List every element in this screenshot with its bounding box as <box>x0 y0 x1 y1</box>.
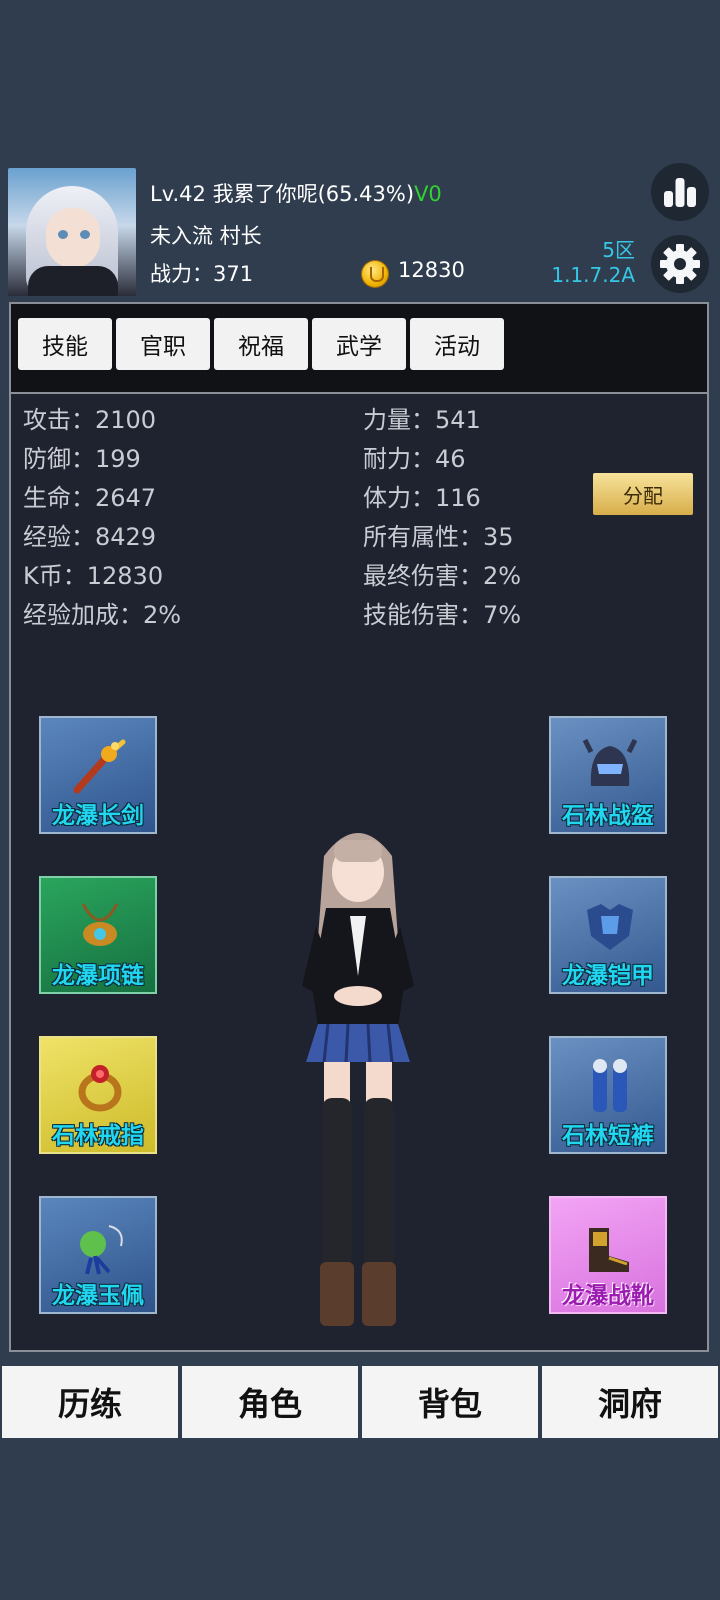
stat-strength: 力量：541 <box>363 406 481 434</box>
bar-chart-icon <box>664 178 696 207</box>
equip-name-ring: 石林戒指 <box>52 1123 144 1149</box>
equip-name-helmet: 石林战盔 <box>562 803 654 829</box>
ring-icon <box>78 1065 122 1112</box>
avatar-eye-right <box>80 230 90 239</box>
gear-icon <box>660 244 700 284</box>
coin-icon <box>362 261 388 287</box>
tab-office[interactable]: 官职 <box>116 318 210 370</box>
player-avatar[interactable] <box>8 168 136 296</box>
stat-final-damage: 最终伤害：2% <box>363 562 522 590</box>
avatar-face <box>46 208 100 268</box>
equip-name-boots: 龙瀑战靴 <box>562 1283 654 1309</box>
player-level: Lv.42 <box>150 182 206 206</box>
combat-power-value: 371 <box>213 262 254 286</box>
player-rank: 未入流 村长 <box>150 224 262 248</box>
allocate-button[interactable]: 分配 <box>593 473 693 515</box>
avatar-coat <box>28 266 118 296</box>
stat-endurance: 耐力：46 <box>363 445 466 473</box>
server-zone: 5区 <box>602 238 635 262</box>
coin-balance: 12830 <box>398 258 465 282</box>
boots-icon <box>589 1228 629 1272</box>
equip-slot-ring[interactable]: 石林戒指 <box>39 1036 157 1154</box>
armor-icon <box>587 904 633 950</box>
tab-bar: 技能 官职 祝福 武学 活动 <box>11 304 707 394</box>
settings-button[interactable] <box>651 235 709 293</box>
game-version: 1.1.7.2A <box>551 263 635 287</box>
tab-skills[interactable]: 技能 <box>18 318 112 370</box>
equip-slot-armor[interactable]: 龙瀑铠甲 <box>549 876 667 994</box>
player-name: 我累了你呢(65.43%) <box>212 182 415 206</box>
nav-cave[interactable]: 洞府 <box>542 1366 718 1438</box>
ranking-button[interactable] <box>651 163 709 221</box>
vip-level: V0 <box>414 182 442 206</box>
combat-power: 战力：371 <box>150 258 253 288</box>
tab-martial[interactable]: 武学 <box>312 318 406 370</box>
equip-slot-boots[interactable]: 龙瀑战靴 <box>549 1196 667 1314</box>
sword-icon <box>73 739 126 794</box>
equip-slot-pants[interactable]: 石林短裤 <box>549 1036 667 1154</box>
equip-slot-necklace[interactable]: 龙瀑项链 <box>39 876 157 994</box>
helmet-icon <box>582 738 638 786</box>
stat-skill-damage: 技能伤害：7% <box>363 601 522 629</box>
nav-character[interactable]: 角色 <box>182 1366 358 1438</box>
tab-blessing[interactable]: 祝福 <box>214 318 308 370</box>
equip-name-pendant: 龙瀑玉佩 <box>52 1283 144 1309</box>
equip-name-weapon: 龙瀑长剑 <box>52 803 144 829</box>
player-level-line: Lv.42 我累了你呢(65.43%)V0 <box>150 178 442 208</box>
equip-name-necklace: 龙瀑项链 <box>52 963 144 989</box>
jade-pendant-icon <box>80 1225 123 1275</box>
necklace-icon <box>81 903 119 946</box>
character-panel: 技能 官职 祝福 武学 活动 攻击：2100 防御：199 生命：2647 经验… <box>9 302 709 1352</box>
equip-name-pants: 石林短裤 <box>562 1123 654 1149</box>
stat-defense: 防御：199 <box>23 445 141 473</box>
nav-backpack[interactable]: 背包 <box>362 1366 538 1438</box>
stat-attack: 攻击：2100 <box>23 406 157 434</box>
equip-slot-pendant[interactable]: 龙瀑玉佩 <box>39 1196 157 1314</box>
character-model <box>302 833 414 1326</box>
equip-slot-weapon[interactable]: 龙瀑长剑 <box>39 716 157 834</box>
stat-experience: 经验：8429 <box>23 523 157 551</box>
tab-events[interactable]: 活动 <box>410 318 504 370</box>
leg-guard-icon <box>593 1059 627 1112</box>
stat-k-coin: K币：12830 <box>23 562 164 590</box>
avatar-eye-left <box>58 230 68 239</box>
combat-power-label: 战力： <box>150 262 213 286</box>
stat-stamina: 体力：116 <box>363 484 481 512</box>
nav-training[interactable]: 历练 <box>2 1366 178 1438</box>
equip-name-armor: 龙瀑铠甲 <box>562 963 654 989</box>
stat-all-attributes: 所有属性：35 <box>363 523 514 551</box>
stat-health: 生命：2647 <box>23 484 157 512</box>
stat-exp-bonus: 经验加成：2% <box>23 601 182 629</box>
equip-slot-helmet[interactable]: 石林战盔 <box>549 716 667 834</box>
